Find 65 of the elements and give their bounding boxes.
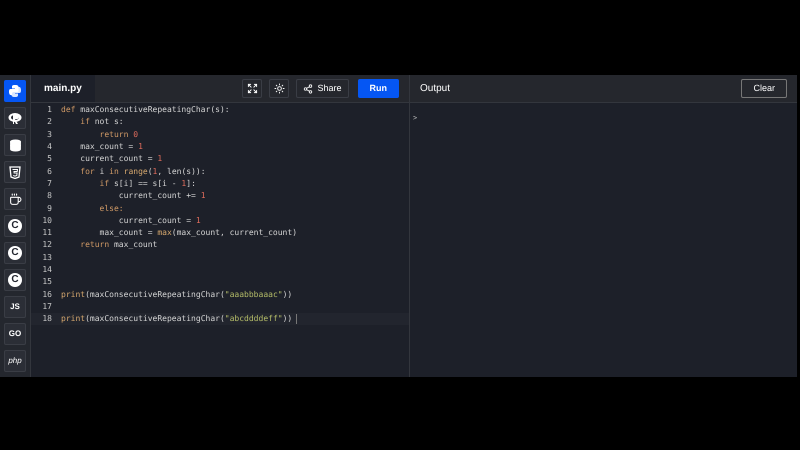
cup-icon [8, 192, 22, 206]
language-button[interactable]: C [4, 269, 26, 291]
line-number: 6 [46, 166, 52, 178]
line-number: 17 [41, 300, 52, 313]
hexagon-logo: C [8, 219, 22, 233]
line-number: 18 [41, 313, 52, 326]
language-button[interactable]: GO [4, 323, 26, 345]
hexagon-logo: C [8, 246, 22, 260]
line-number: 15 [41, 276, 52, 288]
shield-logo-icon [9, 166, 21, 178]
code-text: def maxConsecutiveRepeatingChar(s): [61, 104, 230, 116]
language-button[interactable]: php [4, 350, 26, 372]
text-cursor [296, 314, 298, 324]
language-button[interactable] [4, 107, 26, 129]
clear-button[interactable]: Clear [741, 79, 787, 98]
language-label: GO [8, 328, 22, 340]
code-text: max_count = max(max_count, current_count) [98, 227, 298, 240]
code-text: for i in range(1, len(s)): [79, 166, 206, 178]
fullscreen-button[interactable] [242, 79, 262, 98]
code-text: print(maxConsecutiveRepeatingChar("abcddddeff")) [61, 313, 292, 326]
code-text: current_count += 1 [118, 190, 206, 202]
file-tab[interactable]: main.py [31, 75, 95, 102]
language-button[interactable] [4, 161, 26, 183]
line-number: 7 [46, 178, 52, 190]
python-logo-icon [8, 84, 22, 98]
code-text: if not s: [79, 116, 124, 128]
line-number: 13 [41, 252, 52, 264]
line-number: 2 [46, 116, 52, 128]
line-number: 9 [46, 202, 52, 215]
language-button[interactable]: JS [4, 296, 26, 318]
line-number: 14 [41, 264, 52, 276]
line-number: 5 [46, 153, 52, 166]
line-number: 12 [41, 239, 52, 252]
code-text: max_count = 1 [79, 141, 143, 154]
language-button[interactable] [4, 188, 26, 210]
code-text: print(maxConsecutiveRepeatingChar("aaabbbaaac")) [61, 288, 292, 301]
line-number: 4 [46, 141, 52, 154]
code-text: current_count = 1 [118, 214, 201, 227]
language-label: php [8, 355, 22, 367]
code-text: if s[i] == s[i - 1]: [98, 178, 196, 190]
line-number: 1 [46, 104, 52, 116]
share-button[interactable]: Share [296, 79, 348, 98]
code-text: return 0 [98, 128, 138, 141]
language-button[interactable] [4, 134, 26, 156]
line-number: 16 [41, 288, 52, 301]
code-text: current_count = 1 [79, 153, 162, 166]
fullscreen-icon [246, 83, 258, 94]
hexagon-logo: C [8, 273, 22, 287]
run-button[interactable]: Run [358, 79, 399, 98]
share-icon [303, 84, 314, 94]
output-title: Output [420, 82, 450, 96]
line-number: 10 [41, 214, 52, 227]
code-text: return max_count [79, 239, 158, 252]
line-number: 8 [46, 190, 52, 202]
language-button[interactable]: C [4, 215, 26, 237]
language-button[interactable] [4, 80, 26, 102]
code-text: else: [98, 202, 124, 215]
r-logo-icon [8, 112, 22, 124]
language-label: JS [10, 301, 20, 313]
line-number: 3 [46, 128, 52, 141]
theme-button[interactable] [269, 79, 290, 98]
database-icon [8, 138, 22, 152]
line-number: 11 [41, 227, 52, 240]
language-button[interactable]: C [4, 242, 26, 264]
sun-icon [274, 83, 285, 94]
